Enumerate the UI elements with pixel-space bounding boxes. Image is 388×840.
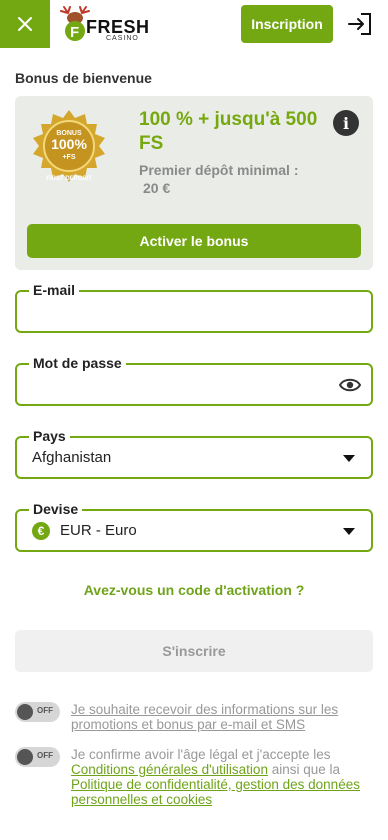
toggle-knob	[17, 749, 33, 765]
euro-icon: €	[32, 522, 50, 540]
country-select[interactable]: Pays Afghanistan	[15, 426, 373, 479]
email-field[interactable]: E-mail	[15, 280, 373, 333]
info-icon[interactable]: i	[333, 110, 359, 136]
toggle-state: OFF	[37, 751, 53, 760]
bonus-card: BONUS 100% +FS FIRST DEPOSIT 100 % + jus…	[15, 96, 373, 270]
marketing-toggle[interactable]: OFF	[15, 702, 60, 722]
password-field[interactable]: Mot de passe	[15, 353, 373, 406]
marketing-consent-text: Je souhaite recevoir des informations su…	[71, 702, 371, 732]
top-bar: F FRESH CASINO Inscription	[0, 0, 388, 48]
login-icon[interactable]	[347, 12, 373, 36]
chevron-down-icon[interactable]	[343, 455, 355, 462]
close-button[interactable]	[0, 0, 50, 48]
close-icon	[18, 17, 32, 31]
terms-consent-text: Je confirme avoir l'âge légal et j'accep…	[71, 747, 371, 807]
fresh-casino-logo[interactable]: F FRESH CASINO	[58, 5, 149, 45]
currency-value: EUR - Euro	[60, 522, 137, 539]
medal-text-percent: 100%	[51, 136, 87, 152]
bonus-section-title: Bonus de bienvenue	[15, 70, 152, 86]
min-deposit-value: 20 €	[143, 180, 171, 196]
toggle-knob	[17, 704, 33, 720]
medal-text-first-deposit: FIRST DEPOSIT	[46, 176, 92, 182]
terms-link[interactable]: Conditions générales d'utilisation	[71, 762, 268, 777]
show-password-icon[interactable]	[339, 375, 361, 395]
register-button[interactable]: S'inscrire	[15, 630, 373, 672]
country-value: Afghanistan	[32, 449, 112, 466]
country-label: Pays	[29, 426, 70, 446]
activation-code-link[interactable]: Avez-vous un code d'activation ?	[0, 582, 388, 598]
logo-sub-text: CASINO	[106, 35, 139, 42]
signup-button[interactable]: Inscription	[241, 5, 333, 43]
marketing-consent-label[interactable]: Je souhaite recevoir des informations su…	[71, 702, 338, 732]
chevron-down-icon[interactable]	[343, 528, 355, 535]
medal-text-fs: +FS	[62, 154, 75, 161]
privacy-policy-link[interactable]: Politique de confidentialité, gestion de…	[71, 777, 360, 807]
email-label: E-mail	[29, 280, 80, 300]
svg-text:F: F	[70, 24, 79, 41]
min-deposit-label: Premier dépôt minimal :	[139, 162, 299, 178]
password-label: Mot de passe	[29, 353, 126, 373]
activate-bonus-button[interactable]: Activer le bonus	[27, 224, 361, 258]
toggle-state: OFF	[37, 706, 53, 715]
bonus-amount: 100 % + jusqu'à 500 FS	[139, 109, 318, 154]
terms-toggle[interactable]: OFF	[15, 747, 60, 767]
currency-select[interactable]: Devise € EUR - Euro	[15, 499, 373, 552]
currency-label: Devise	[29, 499, 83, 519]
bonus-medal-icon: BONUS 100% +FS FIRST DEPOSIT	[33, 110, 105, 182]
terms-text-part1: Je confirme avoir l'âge légal et j'accep…	[71, 747, 331, 762]
terms-text-part2: ainsi que la	[267, 762, 341, 777]
